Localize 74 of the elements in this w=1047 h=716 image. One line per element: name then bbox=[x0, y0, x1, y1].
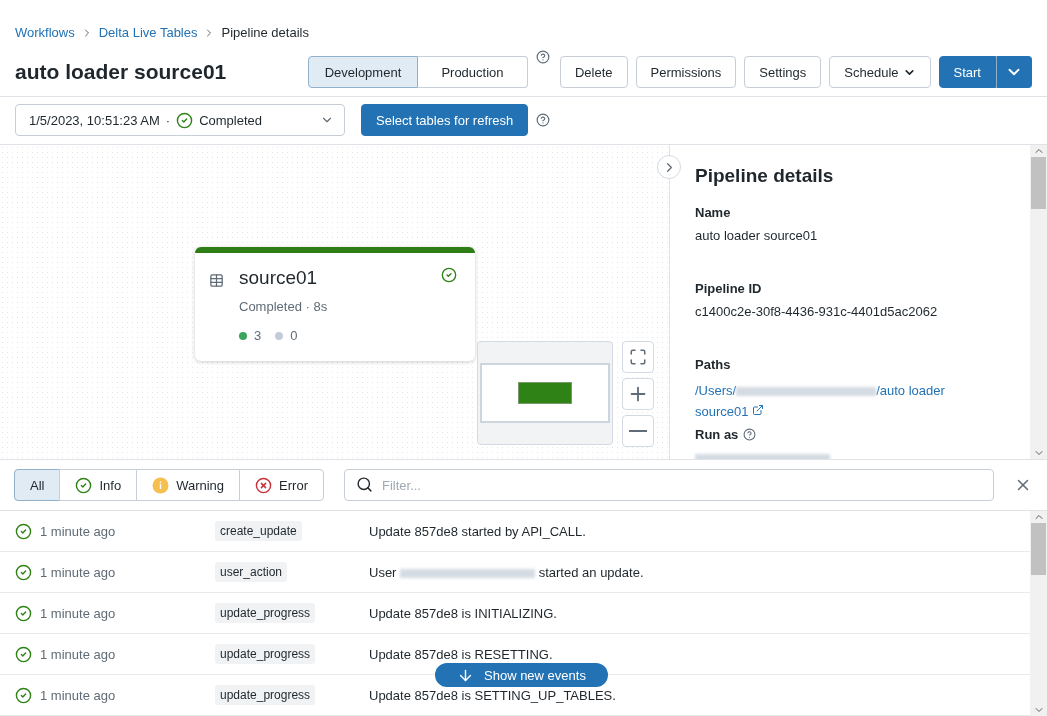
filter-tab[interactable]: Error bbox=[239, 469, 324, 501]
check-circle-icon bbox=[15, 686, 32, 704]
fit-view-button[interactable] bbox=[622, 341, 654, 373]
start-options-button[interactable] bbox=[996, 56, 1032, 88]
mode-toggle[interactable]: Production bbox=[417, 56, 528, 88]
count-label: 3 bbox=[254, 328, 262, 343]
event-type: update_progress bbox=[215, 603, 316, 623]
filter-tab[interactable]: All bbox=[14, 469, 61, 501]
path-link[interactable]: /Users/ /auto loader source01 bbox=[695, 380, 965, 422]
breadcrumb-current: Pipeline details bbox=[221, 25, 309, 40]
table-icon bbox=[209, 273, 224, 288]
mode-toggle[interactable]: Development bbox=[307, 56, 418, 88]
action-button[interactable]: Permissions bbox=[635, 56, 737, 88]
help-icon[interactable] bbox=[535, 50, 550, 64]
page-title: auto loader source01 bbox=[15, 60, 228, 84]
external-link-icon bbox=[752, 404, 765, 416]
refresh-button[interactable]: Select tables for refresh bbox=[361, 104, 529, 137]
scrollbar[interactable] bbox=[1030, 511, 1047, 716]
help-icon[interactable] bbox=[743, 428, 757, 441]
help-icon[interactable] bbox=[536, 113, 551, 128]
event-message: Update 857de8 is SETTING_UP_TABLES. bbox=[369, 687, 617, 703]
check-circle-icon bbox=[15, 563, 32, 581]
field-label: Pipeline ID bbox=[695, 281, 763, 296]
node-name: source01 bbox=[239, 267, 319, 289]
field-label: Run as bbox=[695, 427, 739, 442]
breadcrumb-link[interactable]: Workflows bbox=[15, 25, 75, 40]
dropdown-button[interactable]: Schedule bbox=[829, 56, 931, 88]
event-message: Update 857de8 is RESETTING. bbox=[369, 646, 554, 662]
search-field[interactable]: Filter... bbox=[343, 469, 994, 501]
minimap[interactable] bbox=[477, 341, 613, 445]
search-icon bbox=[355, 476, 373, 493]
field-value: c1400c2e-30f8-4436-931c-4401d5ac2062 bbox=[695, 304, 939, 319]
action-button[interactable]: Delete bbox=[559, 56, 628, 88]
warning-icon bbox=[152, 476, 170, 494]
event-type: user_action bbox=[215, 562, 288, 582]
event-time: 1 minute ago bbox=[40, 564, 116, 580]
filter-tab[interactable]: Info bbox=[59, 469, 138, 501]
event-time: 1 minute ago bbox=[40, 687, 116, 703]
minus-icon bbox=[629, 430, 647, 432]
check-circle-icon bbox=[75, 476, 93, 494]
breadcrumb-link[interactable]: Delta Live Tables bbox=[98, 25, 198, 40]
check-circle-icon bbox=[15, 522, 32, 540]
field-value: auto loader source01 bbox=[695, 228, 819, 243]
scrollbar-thumb[interactable] bbox=[1031, 157, 1046, 209]
node-status: Completed · 8s bbox=[239, 299, 329, 314]
collapse-panel-button[interactable] bbox=[657, 155, 681, 179]
show-new-events-button[interactable]: Show new events bbox=[435, 663, 608, 687]
zoom-out-button[interactable] bbox=[622, 415, 654, 447]
table-node[interactable]: source01 Completed · 8s 3 0 bbox=[195, 247, 475, 361]
event-message: Update 857de8 is INITIALIZING. bbox=[369, 605, 558, 621]
fullscreen-icon bbox=[629, 348, 647, 366]
run-select[interactable]: 1/5/2023, 10:51:23 AM · Completed bbox=[15, 104, 345, 137]
event-message: User started an update. bbox=[369, 564, 645, 580]
error-icon bbox=[255, 476, 273, 494]
check-circle-icon bbox=[15, 604, 32, 622]
zoom-in-button[interactable] bbox=[622, 378, 654, 410]
event-time: 1 minute ago bbox=[40, 605, 116, 621]
event-type: update_progress bbox=[215, 644, 316, 664]
scrollbar[interactable] bbox=[1030, 145, 1047, 459]
event-message: Update 857de8 started by API_CALL. bbox=[369, 523, 587, 539]
event-type: update_progress bbox=[215, 685, 316, 705]
panel-title: Pipeline details bbox=[695, 165, 835, 187]
event-time: 1 minute ago bbox=[40, 646, 116, 662]
filter-tab[interactable]: Warning bbox=[136, 469, 241, 501]
check-circle-icon bbox=[176, 111, 194, 129]
count-label: 0 bbox=[290, 328, 298, 343]
event-time: 1 minute ago bbox=[40, 523, 116, 539]
start-button[interactable]: Start bbox=[938, 56, 996, 88]
field-label: Name bbox=[695, 205, 732, 220]
scrollbar-thumb[interactable] bbox=[1031, 523, 1046, 575]
field-label: Paths bbox=[695, 357, 732, 372]
event-type: create_update bbox=[215, 521, 302, 541]
check-circle-icon bbox=[15, 645, 32, 663]
action-button[interactable]: Settings bbox=[744, 56, 822, 88]
